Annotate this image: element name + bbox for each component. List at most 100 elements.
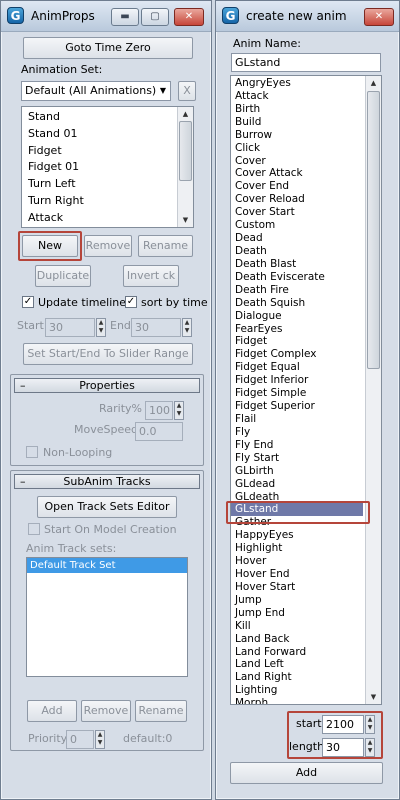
add-track-button[interactable]: Add [27,700,77,722]
animation-list-item[interactable]: Turn Left [22,176,193,193]
start-spinner[interactable]: ▲ ▼ [96,318,106,337]
anim-name-item[interactable]: Cover End [231,180,381,193]
start-spinner[interactable]: ▲ ▼ [365,715,375,734]
minimize-icon[interactable]: ▬ [111,8,139,26]
anim-name-item[interactable]: Hover End [231,568,381,581]
start-input[interactable]: 2100 [322,715,364,734]
rename-button[interactable]: Rename [138,235,193,257]
title-bar[interactable]: G AnimProps ▬ ▢ ✕ [1,1,211,32]
anim-name-item[interactable]: Cover Start [231,206,381,219]
anim-name-item[interactable]: Click [231,142,381,155]
anim-name-item[interactable]: Death [231,245,381,258]
anim-name-item[interactable]: Fly Start [231,452,381,465]
anim-name-item[interactable]: Death Squish [231,297,381,310]
anim-name-item[interactable]: Cover Reload [231,193,381,206]
anim-name-item[interactable]: Death Fire [231,284,381,297]
animation-list-item[interactable]: Fidget 01 [22,159,193,176]
start-input[interactable]: 30 [45,318,95,337]
rename-track-button[interactable]: Rename [135,700,187,722]
scroll-up-icon[interactable]: ▲ [366,76,381,90]
priority-input[interactable]: 0 [66,730,94,749]
open-track-sets-editor-button[interactable]: Open Track Sets Editor [37,496,177,518]
anim-name-item[interactable]: Lighting [231,684,381,697]
end-input[interactable]: 30 [131,318,181,337]
goto-time-zero-button[interactable]: Goto Time Zero [23,37,193,59]
anim-name-item[interactable]: Death Eviscerate [231,271,381,284]
remove-button[interactable]: Remove [84,235,132,257]
anim-name-item[interactable]: Burrow [231,129,381,142]
rarity-input[interactable]: 100 [145,401,173,420]
maximize-icon[interactable]: ▢ [141,8,169,26]
anim-name-item[interactable]: Birth [231,103,381,116]
anim-name-item[interactable]: Fly End [231,439,381,452]
anim-name-item[interactable]: Hover Start [231,581,381,594]
anim-name-item[interactable]: Land Right [231,671,381,684]
track-set-item[interactable]: Default Track Set [27,558,187,573]
anim-name-item[interactable]: Kill [231,620,381,633]
start-on-creation-checkbox[interactable] [28,523,40,535]
anim-name-item[interactable]: Land Back [231,633,381,646]
anim-name-item[interactable]: Fidget Simple [231,387,381,400]
anim-name-item[interactable]: GLbirth [231,465,381,478]
sort-by-time-checkbox[interactable]: ✓ [125,296,137,308]
anim-name-item[interactable]: Morph [231,697,381,704]
anim-name-item[interactable]: Dialogue [231,310,381,323]
animation-list-scrollbar[interactable]: ▲ ▼ [177,107,193,227]
priority-spinner[interactable]: ▲ ▼ [95,730,105,749]
animation-list-item[interactable]: Attack [22,210,193,227]
length-input[interactable]: 30 [322,738,364,757]
track-sets-list[interactable]: Default Track Set [26,557,188,677]
length-spinner[interactable]: ▲ ▼ [365,738,375,757]
non-looping-checkbox[interactable] [26,446,38,458]
anim-name-item[interactable]: Flail [231,413,381,426]
anim-name-item[interactable]: Build [231,116,381,129]
animation-list-item[interactable]: Stand 01 [22,126,193,143]
remove-track-button[interactable]: Remove [81,700,131,722]
anim-name-item[interactable]: Cover Attack [231,167,381,180]
anim-name-input[interactable]: GLstand [231,53,381,72]
end-spinner[interactable]: ▲ ▼ [182,318,192,337]
properties-header[interactable]: – Properties [14,378,200,393]
close-icon[interactable]: ✕ [174,8,204,26]
anim-name-item[interactable]: Attack [231,90,381,103]
anim-name-item[interactable]: Fidget Superior [231,400,381,413]
animation-set-dropdown[interactable]: Default (All Animations) ▼ [21,81,171,101]
animation-list-item[interactable]: Turn Right [22,193,193,210]
clear-animation-set-button[interactable]: X [178,81,196,101]
anim-name-item[interactable]: HappyEyes [231,529,381,542]
collapse-icon[interactable]: – [20,475,26,488]
anim-name-item[interactable]: Death Blast [231,258,381,271]
scroll-up-icon[interactable]: ▲ [178,107,193,121]
anim-name-item[interactable]: Land Left [231,658,381,671]
rarity-spinner[interactable]: ▲ ▼ [174,401,184,420]
anim-name-item[interactable]: Custom [231,219,381,232]
scroll-thumb[interactable] [179,121,192,181]
anim-names-list[interactable]: AngryEyes Attack Birth Build Burrow Click Cove… [230,75,382,705]
scroll-down-icon[interactable]: ▼ [178,213,193,227]
anim-names-scrollbar[interactable]: ▲ ▼ [365,76,381,704]
anim-name-item[interactable]: Fidget Inferior [231,374,381,387]
duplicate-button[interactable]: Duplicate [35,265,91,287]
title-bar[interactable]: G create new anim ✕ [216,1,399,32]
anim-name-item[interactable]: FearEyes [231,323,381,336]
scroll-thumb[interactable] [367,91,380,369]
anim-name-item[interactable]: Dead [231,232,381,245]
animation-list-item[interactable]: Fidget [22,143,193,160]
close-icon[interactable]: ✕ [364,8,394,26]
anim-name-item[interactable]: Fly [231,426,381,439]
anim-name-item[interactable]: Hover [231,555,381,568]
anim-name-item[interactable]: GLdead [231,478,381,491]
animation-list-item[interactable]: Stand [22,109,193,126]
anim-name-item[interactable]: Fidget Equal [231,361,381,374]
anim-name-item[interactable]: Cover [231,155,381,168]
collapse-icon[interactable]: – [20,379,26,392]
subanim-header[interactable]: – SubAnim Tracks [14,474,200,489]
animation-list[interactable]: Stand Stand 01 Fidget Fidget 01 Turn Left Tur… [21,106,194,228]
add-button[interactable]: Add [230,762,383,784]
anim-name-item[interactable]: AngryEyes [231,77,381,90]
anim-name-item[interactable]: Highlight [231,542,381,555]
invert-button[interactable]: Invert ck [123,265,179,287]
movespeed-input[interactable]: 0.0 [135,422,183,441]
anim-name-item[interactable]: Fidget [231,335,381,348]
anim-name-item[interactable]: Land Forward [231,646,381,659]
